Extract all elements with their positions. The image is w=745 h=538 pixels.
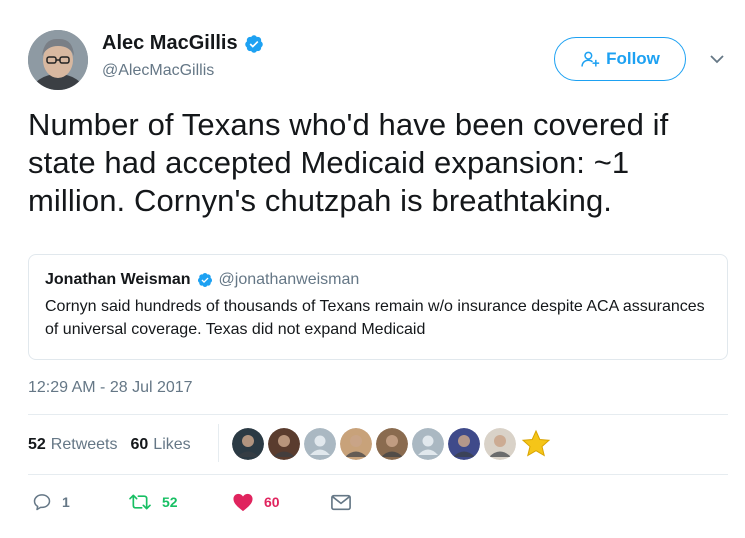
retweet-button[interactable]: 52 xyxy=(128,492,178,512)
quoted-author-handle: @jonathanweisman xyxy=(218,271,360,288)
avatar-icon[interactable] xyxy=(376,428,408,460)
liker-avatars xyxy=(232,428,552,460)
stats-separator xyxy=(218,424,219,462)
avatar-icon[interactable] xyxy=(448,428,480,460)
quoted-tweet-text: Cornyn said hundreds of thousands of Tex… xyxy=(45,298,705,338)
verified-badge-icon xyxy=(197,273,212,287)
retweets-count: 52 xyxy=(28,436,46,453)
divider xyxy=(28,414,728,415)
retweets-stat[interactable]: 52 Retweets xyxy=(28,436,118,454)
likes-count: 60 xyxy=(130,436,149,453)
author-name-row[interactable]: Alec MacGillis xyxy=(102,32,264,55)
quoted-tweet-header: Jonathan Weisman @jonathanweisman xyxy=(45,271,711,289)
author-name[interactable]: Alec MacGillis xyxy=(102,32,238,55)
quoted-author-name: Jonathan Weisman xyxy=(45,271,191,288)
divider xyxy=(28,474,728,475)
follow-label: Follow xyxy=(606,49,660,68)
author-avatar-image xyxy=(28,30,88,90)
tweet-timestamp[interactable]: 12:29 AM - 28 Jul 2017 xyxy=(28,379,193,397)
envelope-icon xyxy=(331,494,351,511)
avatar-icon[interactable] xyxy=(268,428,300,460)
star-avatar-icon[interactable] xyxy=(520,428,552,460)
default-avatar-icon[interactable] xyxy=(304,428,336,460)
tweet-actions: 1 52 60 xyxy=(28,492,728,516)
retweet-count: 52 xyxy=(162,494,178,510)
like-button[interactable]: 60 xyxy=(232,492,280,512)
tweet-stats: 52 Retweets 60 Likes xyxy=(28,436,191,454)
quoted-tweet-card[interactable]: Jonathan Weisman @jonathanweisman Cornyn… xyxy=(28,254,728,360)
direct-message-button[interactable] xyxy=(330,492,352,512)
like-count: 60 xyxy=(264,494,280,510)
heart-icon xyxy=(233,493,253,512)
author-avatar[interactable] xyxy=(28,30,88,90)
avatar-icon[interactable] xyxy=(340,428,372,460)
add-user-icon xyxy=(581,51,600,67)
likes-stat[interactable]: 60 Likes xyxy=(131,436,191,454)
avatar-icon[interactable] xyxy=(484,428,516,460)
reply-icon xyxy=(33,494,51,511)
avatar-icon[interactable] xyxy=(232,428,264,460)
retweet-icon xyxy=(129,494,151,510)
author-handle[interactable]: @AlecMacGillis xyxy=(102,62,214,80)
reply-button[interactable]: 1 xyxy=(32,492,70,512)
follow-button[interactable]: Follow xyxy=(554,37,686,81)
tweet-text: Number of Texans who'd have been covered… xyxy=(28,107,669,218)
chevron-down-icon[interactable] xyxy=(708,50,726,68)
default-avatar-icon[interactable] xyxy=(412,428,444,460)
likes-label: Likes xyxy=(153,436,191,453)
verified-badge-icon xyxy=(244,34,263,53)
reply-count: 1 xyxy=(62,494,70,510)
retweets-label: Retweets xyxy=(50,436,118,453)
